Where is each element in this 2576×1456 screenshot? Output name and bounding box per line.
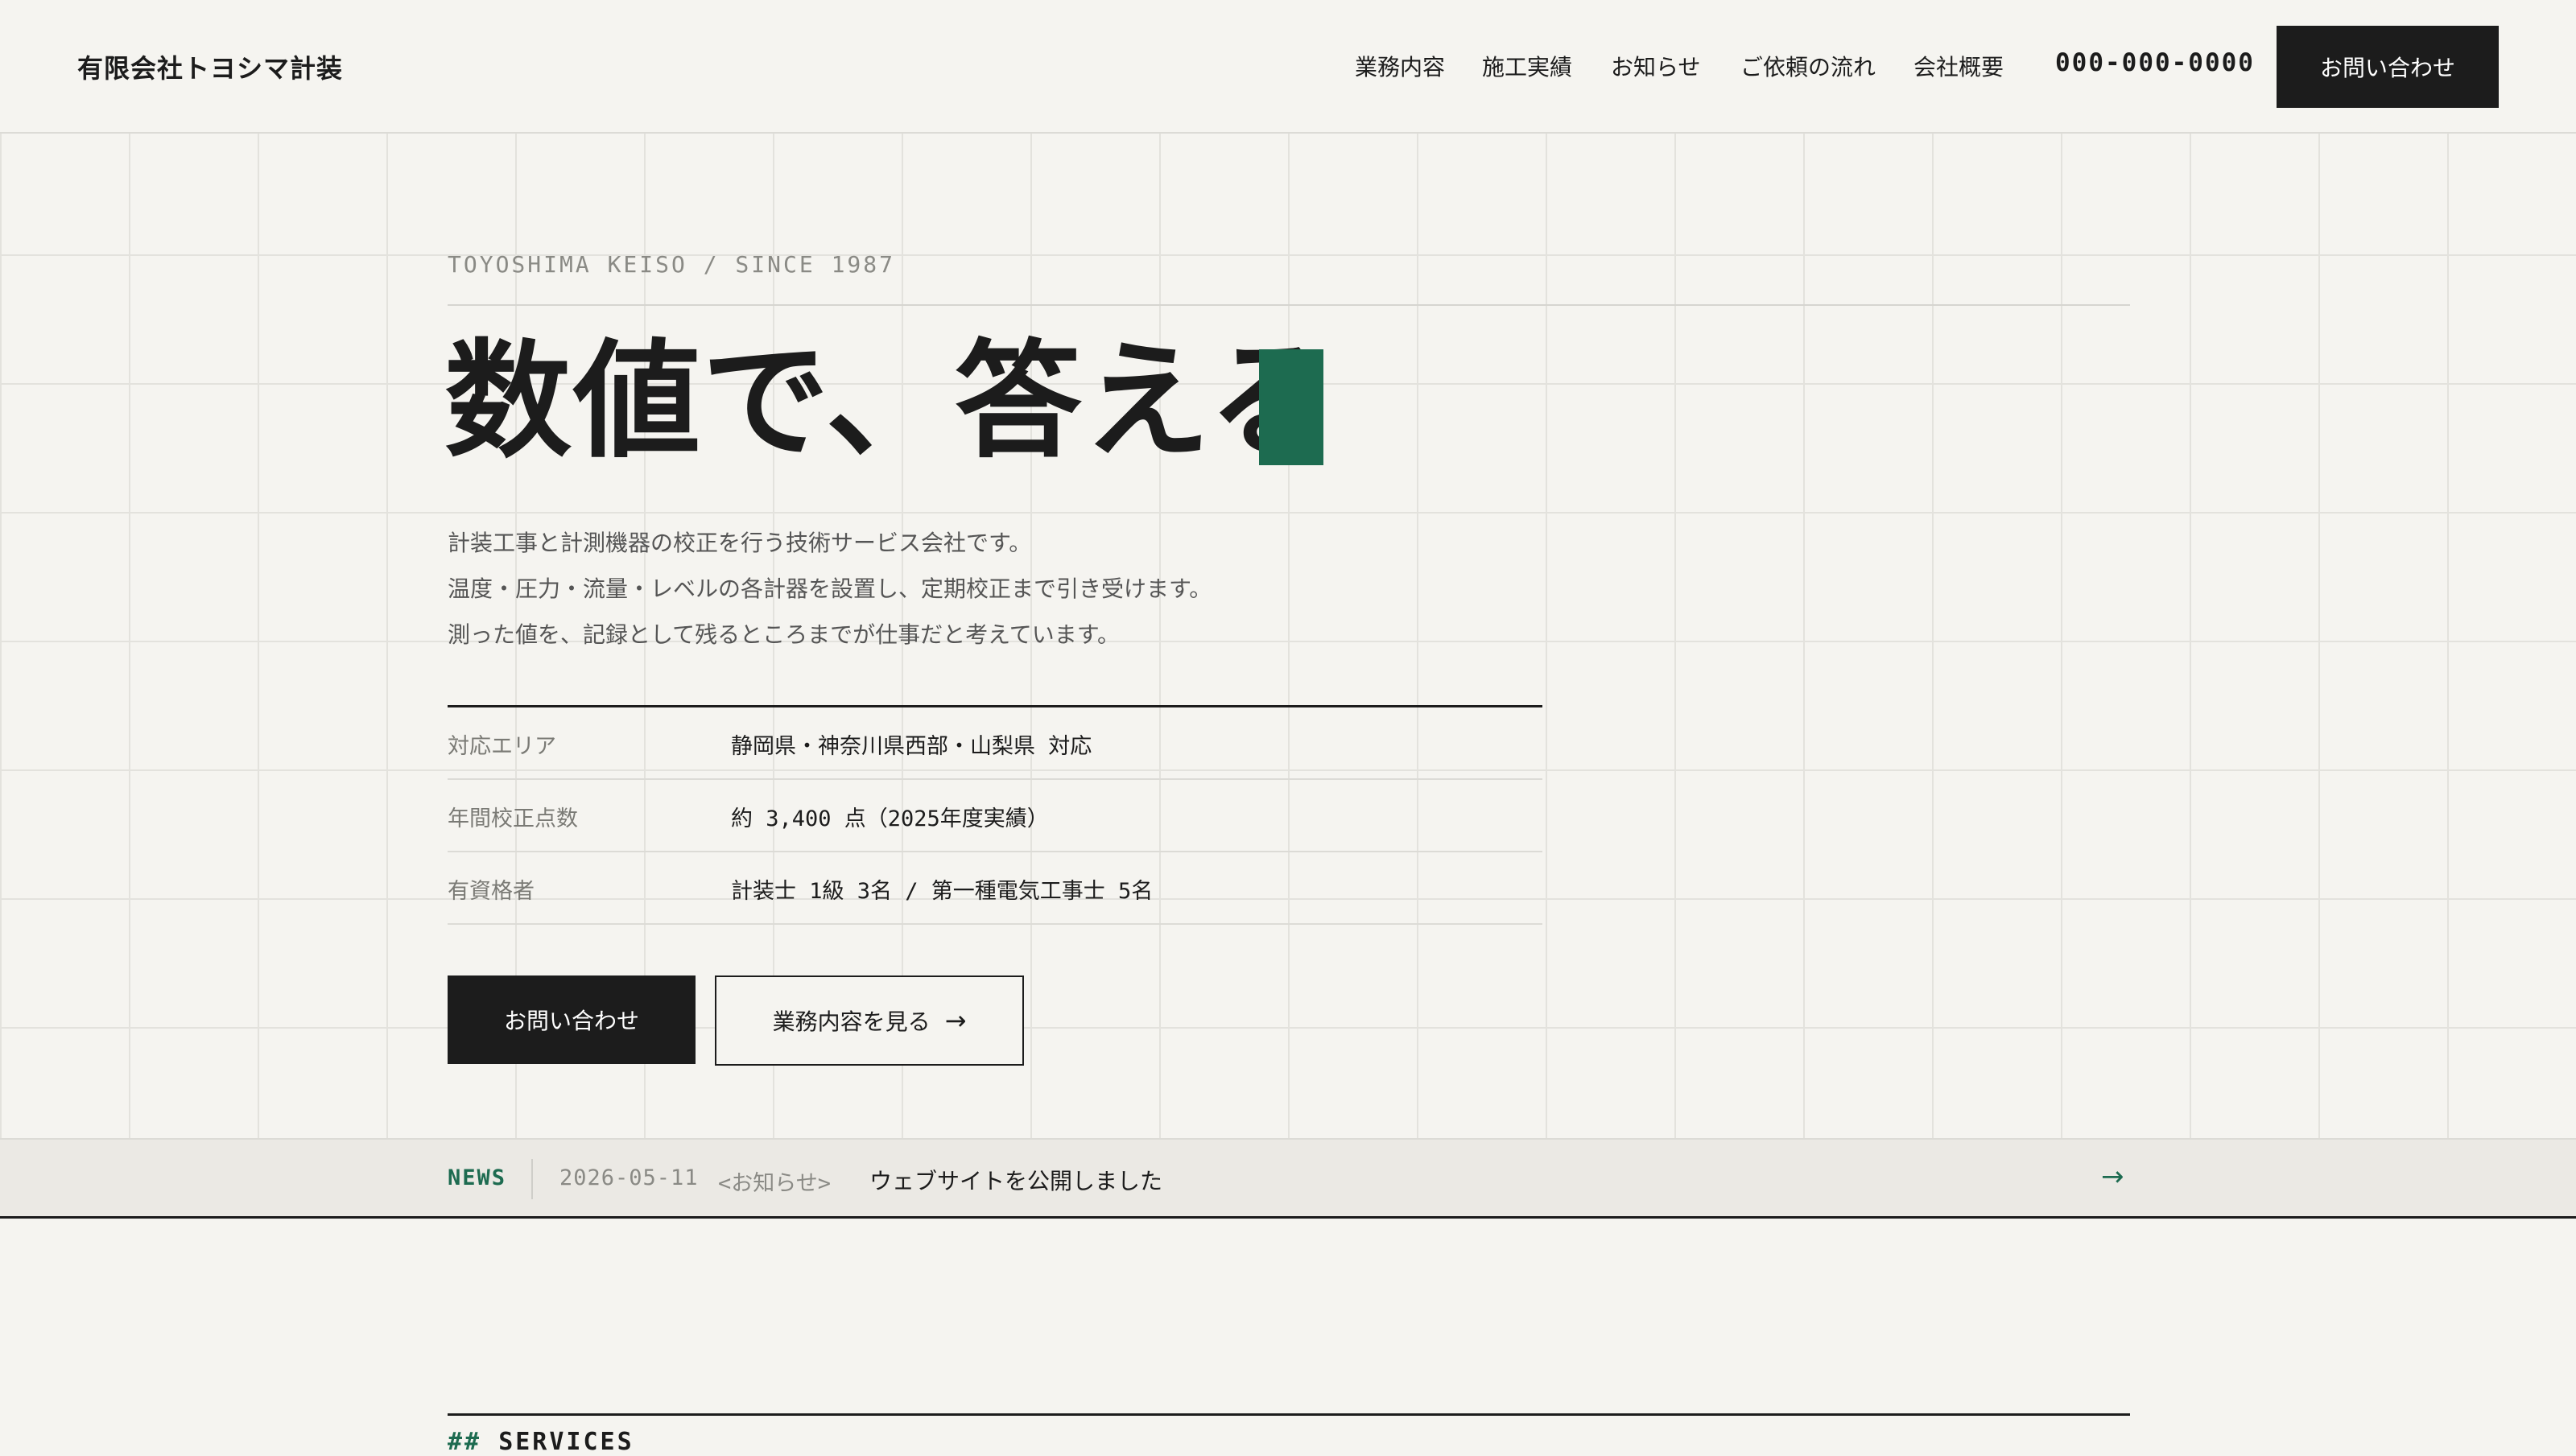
site-logo[interactable]: 有限会社トヨシマ計装 <box>77 48 343 85</box>
arrow-right-icon[interactable]: → <box>2101 1161 2124 1193</box>
nav-item-flow[interactable]: ご依頼の流れ <box>1740 50 1876 82</box>
news-title-link[interactable]: ウェブサイトを公開しました <box>869 1164 1162 1196</box>
spec-table: 対応エリア 静岡県・神奈川県西部・山梨県 対応 年間校正点数 約 3,400 点… <box>448 705 1542 925</box>
spec-row-area: 対応エリア 静岡県・神奈川県西部・山梨県 対応 <box>448 707 1542 780</box>
lead-line: 温度・圧力・流量・レベルの各計器を設置し、定期校正まで引き受けます。 <box>448 575 1212 602</box>
spec-row-calibration: 年間校正点数 約 3,400 点（2025年度実績） <box>448 780 1542 852</box>
spec-label: 対応エリア <box>448 734 556 759</box>
spec-value: 約 3,400 点（2025年度実績） <box>731 806 1049 831</box>
divider <box>531 1159 533 1199</box>
spec-label: 有資格者 <box>448 879 535 904</box>
spec-value: 計装士 1級 3名 / 第一種電気工事士 5名 <box>731 879 1154 904</box>
lead-line: 測った値を、記録として残るところまでが仕事だと考えています。 <box>448 621 1120 648</box>
title-cursor-block <box>1259 349 1323 465</box>
divider <box>448 1413 2130 1416</box>
contact-button[interactable]: お問い合わせ <box>448 975 696 1064</box>
header-contact-button[interactable]: お問い合わせ <box>2277 26 2499 108</box>
hero-eyebrow: TOYOSHIMA KEISO / SINCE 1987 <box>448 251 896 278</box>
spec-value: 静岡県・神奈川県西部・山梨県 対応 <box>731 734 1092 759</box>
news-bar[interactable]: NEWS 2026-05-11 <お知らせ> ウェブサイトを公開しました → <box>0 1138 2576 1219</box>
heading-hash: ## <box>448 1428 482 1456</box>
phone-number[interactable]: 000-000-0000 <box>2055 48 2255 77</box>
nav-item-news[interactable]: お知らせ <box>1611 50 1700 82</box>
spec-row-qualified: 有資格者 計装士 1級 3名 / 第一種電気工事士 5名 <box>448 852 1542 925</box>
view-services-label: 業務内容を見る <box>772 1008 931 1035</box>
nav-item-works[interactable]: 施工実績 <box>1482 50 1572 82</box>
lead-line: 計装工事と計測機器の校正を行う技術サービス会社です。 <box>448 530 1032 556</box>
news-date: 2026-05-11 <box>559 1165 699 1190</box>
hero-lead: 計装工事と計測機器の校正を行う技術サービス会社です。 温度・圧力・流量・レベルの… <box>448 520 1212 658</box>
hero-section <box>0 134 2576 1138</box>
spec-label: 年間校正点数 <box>448 806 578 831</box>
services-heading: ## SERVICES <box>448 1428 634 1456</box>
site-header: 有限会社トヨシマ計装 業務内容 施工実績 お知らせ ご依頼の流れ 会社概要 00… <box>0 0 2576 134</box>
services-heading-text: SERVICES <box>498 1428 634 1456</box>
arrow-right-icon: → <box>944 1005 967 1036</box>
hero-title: 数値で、答える <box>444 328 1337 476</box>
news-tag: NEWS <box>448 1165 507 1190</box>
nav-item-company[interactable]: 会社概要 <box>1913 50 2004 82</box>
news-category: <お知らせ> <box>718 1171 831 1196</box>
divider <box>448 304 2130 306</box>
nav-item-services[interactable]: 業務内容 <box>1355 50 1445 82</box>
view-services-button[interactable]: 業務内容を見る → <box>715 975 1024 1066</box>
